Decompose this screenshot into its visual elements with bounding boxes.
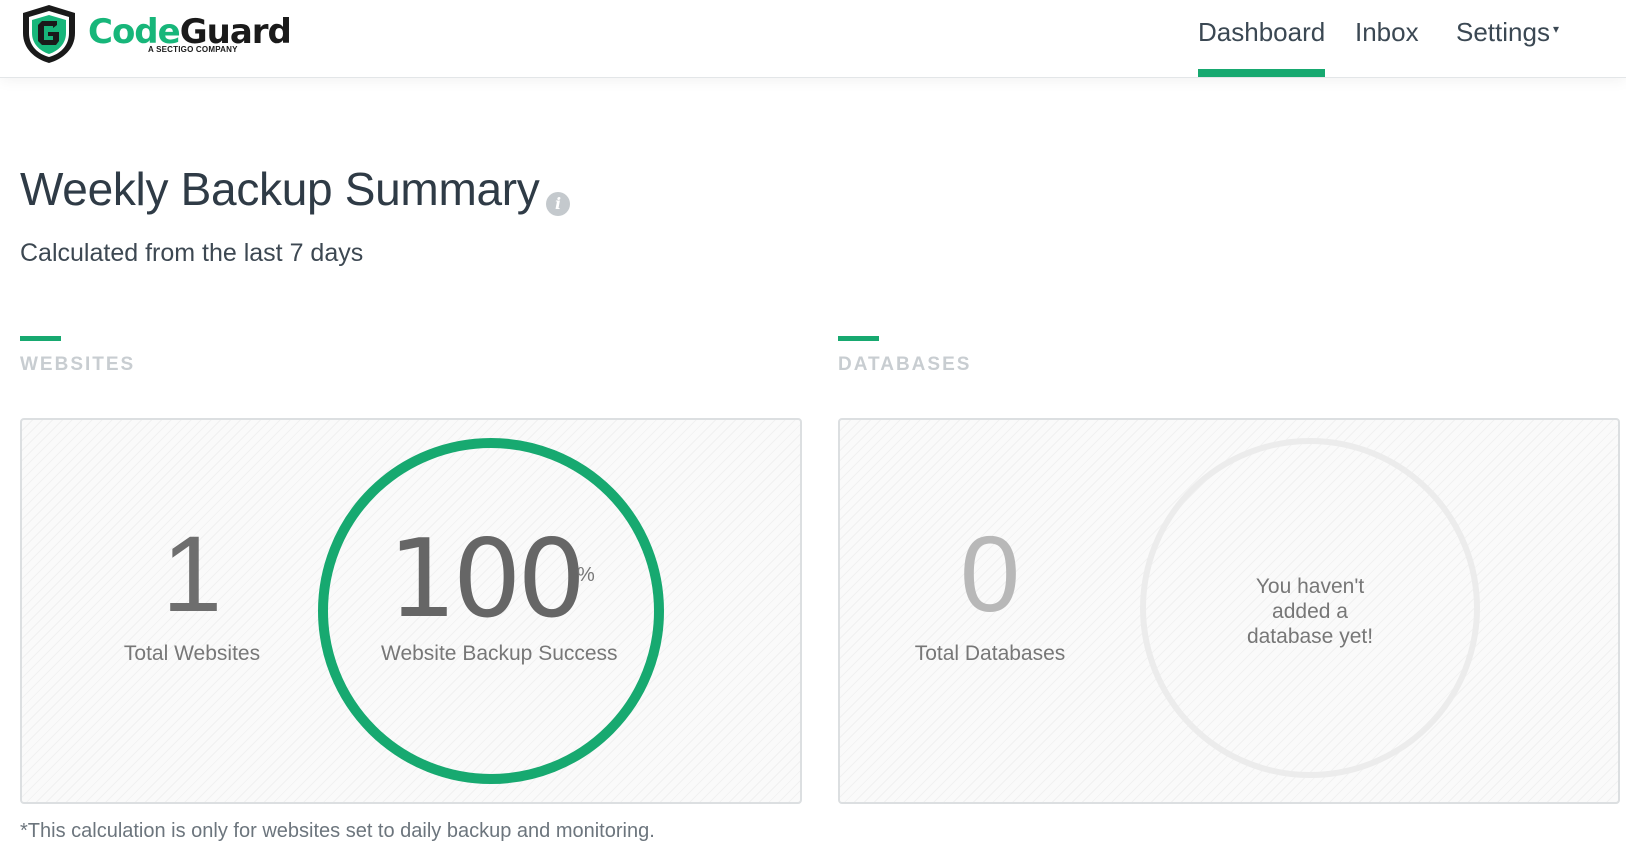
nav-dashboard[interactable]: Dashboard bbox=[1198, 16, 1325, 48]
caret-down-icon: ▾ bbox=[1552, 22, 1559, 36]
websites-section-accent bbox=[20, 336, 61, 341]
page-title: Weekly Backup Summary bbox=[20, 163, 540, 215]
total-websites-label: Total Websites bbox=[123, 642, 261, 665]
page-subtitle: Calculated from the last 7 days bbox=[20, 239, 364, 267]
databases-panel: 0 Total Databases You haven't added a da… bbox=[838, 418, 1620, 804]
database-empty-message: You haven't added a database yet! bbox=[1246, 575, 1374, 648]
shield-logo-icon bbox=[23, 5, 75, 63]
websites-panel: 1 Total Websites 100 % Website Backup Su… bbox=[20, 418, 802, 804]
info-icon[interactable]: i bbox=[546, 192, 570, 216]
backup-success-label: Website Backup Success bbox=[381, 642, 618, 665]
footnote: *This calculation is only for websites s… bbox=[20, 820, 655, 842]
top-navigation-bar: CodeGuard A SECTIGO COMPANY Dashboard In… bbox=[0, 0, 1626, 78]
total-websites-value: 1 bbox=[161, 513, 223, 634]
total-databases-label: Total Databases bbox=[914, 642, 1066, 665]
nav-settings-label: Settings bbox=[1456, 17, 1550, 47]
total-databases-value: 0 bbox=[959, 513, 1021, 634]
backup-success-value: 100 bbox=[388, 517, 586, 642]
databases-section-accent bbox=[838, 336, 879, 341]
nav-settings[interactable]: Settings ▾ bbox=[1456, 16, 1559, 53]
nav-inbox[interactable]: Inbox bbox=[1355, 16, 1419, 48]
logo-tagline: A SECTIGO COMPANY bbox=[148, 45, 238, 54]
codeguard-logo[interactable]: CodeGuard A SECTIGO COMPANY bbox=[18, 3, 292, 65]
websites-section-label: WEBSITES bbox=[20, 354, 136, 375]
backup-success-unit: % bbox=[577, 564, 595, 586]
nav-active-indicator bbox=[1198, 69, 1325, 77]
databases-section-label: DATABASES bbox=[838, 354, 972, 375]
